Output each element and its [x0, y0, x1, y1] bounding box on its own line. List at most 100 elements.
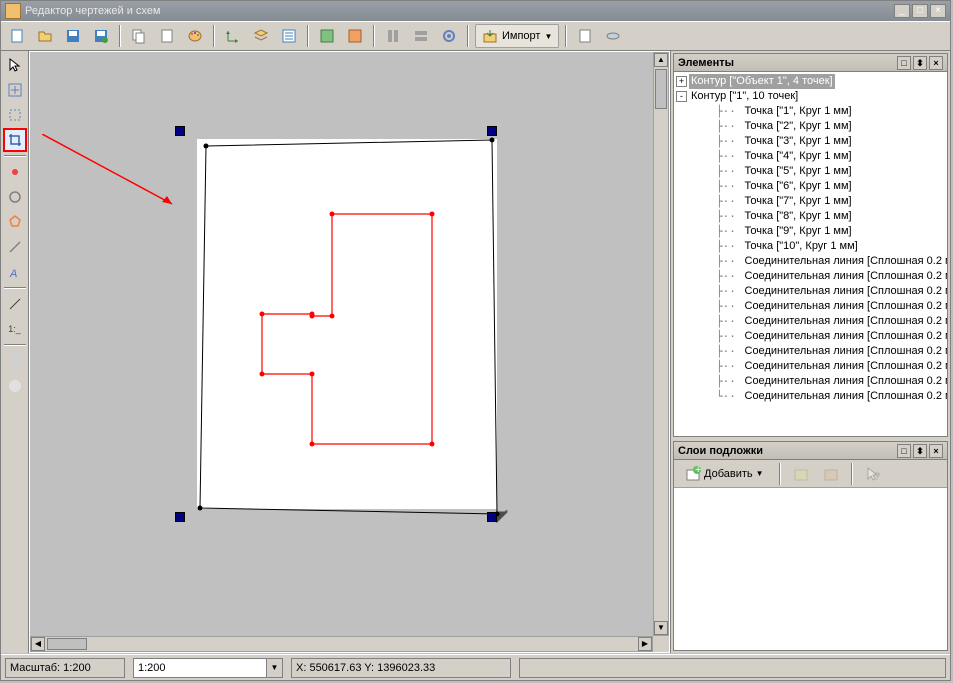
expand-icon[interactable]: +: [676, 76, 687, 87]
tb-btn-c[interactable]: [381, 24, 405, 48]
point-tool[interactable]: [3, 160, 27, 184]
main-toolbar: Импорт ▼: [1, 21, 950, 51]
disabled-tool: [3, 374, 27, 398]
window-title: Редактор чертежей и схем: [25, 5, 894, 17]
titlebar: Редактор чертежей и схем _ □ ×: [1, 1, 950, 21]
import-button[interactable]: Импорт ▼: [475, 24, 559, 48]
tb-btn-g[interactable]: [601, 24, 625, 48]
layers-panel-title: Слои подложки: [678, 445, 895, 457]
tree-line[interactable]: └·· Соединительная линия [Сплошная 0.2 м…: [676, 389, 945, 404]
elements-tree[interactable]: +Контур ["Объект 1", 4 точек] -Контур ["…: [674, 72, 947, 406]
svg-text:?: ?: [874, 471, 880, 482]
tb-btn-a[interactable]: [315, 24, 339, 48]
tree-line[interactable]: ├·· Соединительная линия [Сплошная 0.2 м…: [676, 299, 945, 314]
tb-btn-d[interactable]: [409, 24, 433, 48]
layer-btn-b[interactable]: [819, 462, 843, 486]
tree-line[interactable]: ├·· Соединительная линия [Сплошная 0.2 м…: [676, 284, 945, 299]
rotate-tool[interactable]: [3, 103, 27, 127]
tools-toolbar: A 1:_: [1, 51, 29, 653]
grid-tool[interactable]: [3, 349, 27, 373]
maximize-button[interactable]: □: [912, 4, 928, 18]
selection-handle-bl[interactable]: [175, 512, 185, 522]
tb-btn-b[interactable]: [343, 24, 367, 48]
scale-tool[interactable]: 1:_: [3, 317, 27, 341]
tree-point[interactable]: ├·· Точка ["4", Круг 1 мм]: [676, 149, 945, 164]
tb-btn-f[interactable]: [573, 24, 597, 48]
tree-point[interactable]: ├·· Точка ["8", Круг 1 мм]: [676, 209, 945, 224]
canvas-v-scrollbar[interactable]: ▲▼: [653, 52, 669, 636]
dropdown-arrow-icon: ▼: [266, 659, 282, 677]
save-button[interactable]: [61, 24, 85, 48]
dropdown-arrow-icon: ▼: [756, 469, 764, 478]
tree-point[interactable]: ├·· Точка ["10", Круг 1 мм]: [676, 239, 945, 254]
tree-point[interactable]: ├·· Точка ["7", Круг 1 мм]: [676, 194, 945, 209]
tree-line[interactable]: ├·· Соединительная линия [Сплошная 0.2 м…: [676, 344, 945, 359]
app-icon: [5, 3, 21, 19]
palette-button[interactable]: [183, 24, 207, 48]
scale-value: 1:200: [138, 662, 166, 674]
minimize-button[interactable]: _: [894, 4, 910, 18]
tree-point[interactable]: ├·· Точка ["1", Круг 1 мм]: [676, 104, 945, 119]
tree-line[interactable]: ├·· Соединительная линия [Сплошная 0.2 м…: [676, 269, 945, 284]
polygon-tool[interactable]: [3, 210, 27, 234]
tree-point[interactable]: ├·· Точка ["3", Круг 1 мм]: [676, 134, 945, 149]
dropdown-arrow-icon: ▼: [544, 32, 552, 41]
tree-contour-2[interactable]: -Контур ["1", 10 точек]: [676, 89, 945, 104]
collapse-icon[interactable]: -: [676, 91, 687, 102]
select-tool[interactable]: [3, 53, 27, 77]
pen-tool[interactable]: [3, 292, 27, 316]
tree-line[interactable]: ├·· Соединительная линия [Сплошная 0.2 м…: [676, 314, 945, 329]
crop-tool[interactable]: [3, 128, 27, 152]
selection-handle-br[interactable]: [487, 512, 497, 522]
layers-panel-header: Слои подложки □ ⬍ ×: [674, 442, 947, 460]
elements-panel-header: Элементы □ ⬍ ×: [674, 54, 947, 72]
selection-handle-tl[interactable]: [175, 126, 185, 136]
open-button[interactable]: [33, 24, 57, 48]
statusbar: Масштаб: 1:200 1:200 ▼ X: 550617.63 Y: 1…: [1, 654, 950, 680]
elements-panel-title: Элементы: [678, 57, 895, 69]
tree-point[interactable]: ├·· Точка ["6", Круг 1 мм]: [676, 179, 945, 194]
tb-btn-e[interactable]: [437, 24, 461, 48]
layers-list[interactable]: [674, 488, 947, 650]
tree-contour-1[interactable]: +Контур ["Объект 1", 4 точек]: [676, 74, 945, 89]
copy-button[interactable]: [127, 24, 151, 48]
layer-select-button[interactable]: ?: [861, 462, 885, 486]
panel-close-button[interactable]: ×: [929, 444, 943, 458]
tree-line[interactable]: ├·· Соединительная линия [Сплошная 0.2 м…: [676, 359, 945, 374]
scale-combo[interactable]: 1:200 ▼: [133, 658, 283, 678]
paste-button[interactable]: [155, 24, 179, 48]
tree-line[interactable]: ├·· Соединительная линия [Сплошная 0.2 м…: [676, 329, 945, 344]
panel-dock-button[interactable]: □: [897, 444, 911, 458]
tree-line[interactable]: ├·· Соединительная линия [Сплошная 0.2 м…: [676, 374, 945, 389]
save-as-button[interactable]: [89, 24, 113, 48]
status-empty: [519, 658, 946, 678]
coords-display: X: 550617.63 Y: 1396023.33: [291, 658, 511, 678]
tree-point[interactable]: ├·· Точка ["5", Круг 1 мм]: [676, 164, 945, 179]
canvas-h-scrollbar[interactable]: ◀▶: [30, 636, 653, 652]
import-label: Импорт: [502, 30, 540, 42]
text-tool[interactable]: A: [3, 260, 27, 284]
canvas-area[interactable]: ▲▼ ◀▶: [29, 51, 670, 653]
layers-button[interactable]: [249, 24, 273, 48]
selection-handle-tr[interactable]: [487, 126, 497, 136]
svg-text:A: A: [9, 268, 17, 280]
layer-btn-a[interactable]: [789, 462, 813, 486]
properties-button[interactable]: [277, 24, 301, 48]
circle-tool[interactable]: [3, 185, 27, 209]
tree-point[interactable]: ├·· Точка ["2", Круг 1 мм]: [676, 119, 945, 134]
new-doc-button[interactable]: [5, 24, 29, 48]
panel-pin-button[interactable]: ⬍: [913, 444, 927, 458]
tree-point[interactable]: ├·· Точка ["9", Круг 1 мм]: [676, 224, 945, 239]
coords-button[interactable]: [221, 24, 245, 48]
tree-line[interactable]: ├·· Соединительная линия [Сплошная 0.2 м…: [676, 254, 945, 269]
scale-label: Масштаб: 1:200: [5, 658, 125, 678]
panel-close-button[interactable]: ×: [929, 56, 943, 70]
drawing-objects[interactable]: [182, 124, 542, 544]
svg-text:+: +: [695, 466, 701, 476]
line-tool[interactable]: [3, 235, 27, 259]
close-button[interactable]: ×: [930, 4, 946, 18]
move-tool[interactable]: [3, 78, 27, 102]
panel-pin-button[interactable]: ⬍: [913, 56, 927, 70]
add-layer-button[interactable]: + Добавить ▼: [678, 463, 771, 485]
panel-dock-button[interactable]: □: [897, 56, 911, 70]
